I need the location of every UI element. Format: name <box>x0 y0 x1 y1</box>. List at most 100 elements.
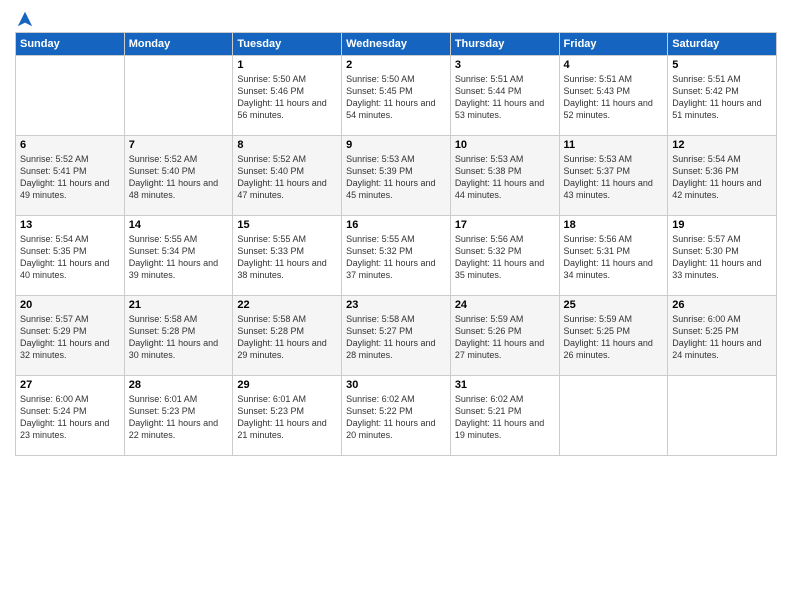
calendar-cell: 29Sunrise: 6:01 AM Sunset: 5:23 PM Dayli… <box>233 376 342 456</box>
day-number: 8 <box>237 139 337 151</box>
day-number: 2 <box>346 59 446 71</box>
day-info: Sunrise: 5:53 AM Sunset: 5:38 PM Dayligh… <box>455 153 555 202</box>
day-number: 20 <box>20 299 120 311</box>
page-container: SundayMondayTuesdayWednesdayThursdayFrid… <box>0 0 792 612</box>
calendar-table: SundayMondayTuesdayWednesdayThursdayFrid… <box>15 32 777 456</box>
calendar-header-monday: Monday <box>124 33 233 56</box>
calendar-cell: 23 Sunrise: 5:58 AM Sunset: 5:27 PM Dayli… <box>342 296 451 376</box>
day-info: Sunrise: 5:58 AM Sunset: 5:28 PM Dayligh… <box>237 313 337 362</box>
calendar-cell: 18Sunrise: 5:56 AM Sunset: 5:31 PM Dayli… <box>559 216 668 296</box>
header <box>15 10 777 24</box>
calendar-cell: 24Sunrise: 5:59 AM Sunset: 5:26 PM Dayli… <box>450 296 559 376</box>
day-number: 21 <box>129 299 229 311</box>
day-number: 23 <box>346 299 446 311</box>
calendar-cell: 8 Sunrise: 5:52 AM Sunset: 5:40 PM Daylig… <box>233 136 342 216</box>
day-info: Sunrise: 5:52 AM Sunset: 5:40 PM Dayligh… <box>237 153 337 202</box>
calendar-cell: 28 Sunrise: 6:01 AM Sunset: 5:23 PM Dayli… <box>124 376 233 456</box>
day-number: 22 <box>237 299 337 311</box>
day-info: Sunrise: 5:57 AM Sunset: 5:29 PM Dayligh… <box>20 313 120 362</box>
day-info: Sunrise: 6:02 AM Sunset: 5:22 PM Dayligh… <box>346 393 446 442</box>
calendar-header-friday: Friday <box>559 33 668 56</box>
day-info: Sunrise: 5:51 AM Sunset: 5:43 PM Dayligh… <box>564 73 664 122</box>
day-number: 11 <box>564 139 664 151</box>
day-number: 29 <box>237 379 337 391</box>
calendar-cell: 9Sunrise: 5:53 AM Sunset: 5:39 PM Daylig… <box>342 136 451 216</box>
calendar-header-tuesday: Tuesday <box>233 33 342 56</box>
day-number: 5 <box>672 59 772 71</box>
day-info: Sunrise: 5:55 AM Sunset: 5:33 PM Dayligh… <box>237 233 337 282</box>
day-info: Sunrise: 5:54 AM Sunset: 5:36 PM Dayligh… <box>672 153 772 202</box>
calendar-cell: 25 Sunrise: 5:59 AM Sunset: 5:25 PM Dayli… <box>559 296 668 376</box>
day-number: 6 <box>20 139 120 151</box>
day-info: Sunrise: 5:50 AM Sunset: 5:45 PM Dayligh… <box>346 73 446 122</box>
calendar-cell: 5 Sunrise: 5:51 AM Sunset: 5:42 PM Daylig… <box>668 56 777 136</box>
day-info: Sunrise: 5:59 AM Sunset: 5:25 PM Dayligh… <box>564 313 664 362</box>
day-number: 25 <box>564 299 664 311</box>
calendar-cell: 26 Sunrise: 6:00 AM Sunset: 5:25 PM Dayli… <box>668 296 777 376</box>
calendar-header-wednesday: Wednesday <box>342 33 451 56</box>
day-info: Sunrise: 5:54 AM Sunset: 5:35 PM Dayligh… <box>20 233 120 282</box>
day-info: Sunrise: 5:56 AM Sunset: 5:32 PM Dayligh… <box>455 233 555 282</box>
day-info: Sunrise: 5:52 AM Sunset: 5:41 PM Dayligh… <box>20 153 120 202</box>
day-info: Sunrise: 6:00 AM Sunset: 5:25 PM Dayligh… <box>672 313 772 362</box>
day-number: 31 <box>455 379 555 391</box>
day-number: 1 <box>237 59 337 71</box>
calendar-cell: 30 Sunrise: 6:02 AM Sunset: 5:22 PM Dayli… <box>342 376 451 456</box>
calendar-cell: 11Sunrise: 5:53 AM Sunset: 5:37 PM Dayli… <box>559 136 668 216</box>
day-number: 15 <box>237 219 337 231</box>
calendar-cell: 16 Sunrise: 5:55 AM Sunset: 5:32 PM Dayli… <box>342 216 451 296</box>
day-info: Sunrise: 5:57 AM Sunset: 5:30 PM Dayligh… <box>672 233 772 282</box>
calendar-cell <box>559 376 668 456</box>
day-number: 16 <box>346 219 446 231</box>
day-number: 10 <box>455 139 555 151</box>
calendar-cell: 31 Sunrise: 6:02 AM Sunset: 5:21 PM Dayli… <box>450 376 559 456</box>
calendar-cell <box>124 56 233 136</box>
calendar-header-thursday: Thursday <box>450 33 559 56</box>
day-number: 4 <box>564 59 664 71</box>
day-info: Sunrise: 5:56 AM Sunset: 5:31 PM Dayligh… <box>564 233 664 282</box>
calendar-week-row: 27 Sunrise: 6:00 AM Sunset: 5:24 PM Dayli… <box>16 376 777 456</box>
day-number: 3 <box>455 59 555 71</box>
day-info: Sunrise: 5:52 AM Sunset: 5:40 PM Dayligh… <box>129 153 229 202</box>
calendar-cell: 10 Sunrise: 5:53 AM Sunset: 5:38 PM Dayli… <box>450 136 559 216</box>
calendar-cell: 17Sunrise: 5:56 AM Sunset: 5:32 PM Dayli… <box>450 216 559 296</box>
day-info: Sunrise: 6:01 AM Sunset: 5:23 PM Dayligh… <box>129 393 229 442</box>
calendar-cell: 22 Sunrise: 5:58 AM Sunset: 5:28 PM Dayli… <box>233 296 342 376</box>
calendar-cell: 20 Sunrise: 5:57 AM Sunset: 5:29 PM Dayli… <box>16 296 125 376</box>
calendar-header-row: SundayMondayTuesdayWednesdayThursdayFrid… <box>16 33 777 56</box>
day-info: Sunrise: 5:59 AM Sunset: 5:26 PM Dayligh… <box>455 313 555 362</box>
logo <box>15 10 34 24</box>
day-number: 13 <box>20 219 120 231</box>
calendar-header-sunday: Sunday <box>16 33 125 56</box>
calendar-cell: 27 Sunrise: 6:00 AM Sunset: 5:24 PM Dayli… <box>16 376 125 456</box>
day-number: 7 <box>129 139 229 151</box>
day-info: Sunrise: 6:00 AM Sunset: 5:24 PM Dayligh… <box>20 393 120 442</box>
day-number: 9 <box>346 139 446 151</box>
day-number: 27 <box>20 379 120 391</box>
day-info: Sunrise: 5:51 AM Sunset: 5:42 PM Dayligh… <box>672 73 772 122</box>
day-number: 14 <box>129 219 229 231</box>
calendar-cell: 12 Sunrise: 5:54 AM Sunset: 5:36 PM Dayli… <box>668 136 777 216</box>
calendar-header-saturday: Saturday <box>668 33 777 56</box>
calendar-cell <box>16 56 125 136</box>
day-info: Sunrise: 6:02 AM Sunset: 5:21 PM Dayligh… <box>455 393 555 442</box>
calendar-cell: 19Sunrise: 5:57 AM Sunset: 5:30 PM Dayli… <box>668 216 777 296</box>
calendar-week-row: 13 Sunrise: 5:54 AM Sunset: 5:35 PM Dayli… <box>16 216 777 296</box>
day-info: Sunrise: 5:58 AM Sunset: 5:28 PM Dayligh… <box>129 313 229 362</box>
day-info: Sunrise: 5:55 AM Sunset: 5:32 PM Dayligh… <box>346 233 446 282</box>
calendar-cell: 7 Sunrise: 5:52 AM Sunset: 5:40 PM Daylig… <box>124 136 233 216</box>
calendar-cell: 21 Sunrise: 5:58 AM Sunset: 5:28 PM Dayli… <box>124 296 233 376</box>
calendar-cell: 13 Sunrise: 5:54 AM Sunset: 5:35 PM Dayli… <box>16 216 125 296</box>
calendar-cell: 14 Sunrise: 5:55 AM Sunset: 5:34 PM Dayli… <box>124 216 233 296</box>
calendar-cell: 1 Sunrise: 5:50 AM Sunset: 5:46 PM Daylig… <box>233 56 342 136</box>
day-info: Sunrise: 5:55 AM Sunset: 5:34 PM Dayligh… <box>129 233 229 282</box>
day-info: Sunrise: 5:50 AM Sunset: 5:46 PM Dayligh… <box>237 73 337 122</box>
day-number: 12 <box>672 139 772 151</box>
day-info: Sunrise: 5:58 AM Sunset: 5:27 PM Dayligh… <box>346 313 446 362</box>
calendar-cell: 3Sunrise: 5:51 AM Sunset: 5:44 PM Daylig… <box>450 56 559 136</box>
day-number: 28 <box>129 379 229 391</box>
day-number: 30 <box>346 379 446 391</box>
day-number: 26 <box>672 299 772 311</box>
calendar-cell: 15 Sunrise: 5:55 AM Sunset: 5:33 PM Dayli… <box>233 216 342 296</box>
calendar-cell: 6 Sunrise: 5:52 AM Sunset: 5:41 PM Daylig… <box>16 136 125 216</box>
